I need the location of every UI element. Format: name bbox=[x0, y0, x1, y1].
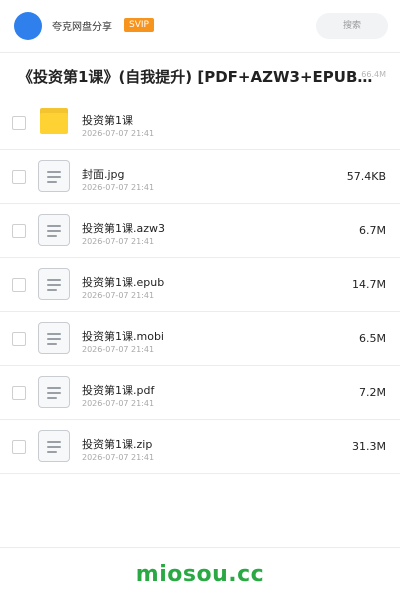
file-icon bbox=[38, 214, 70, 246]
file-icon bbox=[38, 322, 70, 354]
row-checkbox[interactable] bbox=[12, 116, 26, 130]
file-row[interactable]: 投资第1课.mobi 2026-07-07 21:41 6.5M bbox=[0, 312, 400, 366]
file-row[interactable]: 封面.jpg 2026-07-07 21:41 57.4KB bbox=[0, 150, 400, 204]
svip-badge: SVIP bbox=[124, 18, 154, 32]
file-date: 2026-07-07 21:41 bbox=[82, 291, 155, 300]
file-size: 57.4KB bbox=[346, 170, 386, 183]
search-button[interactable]: 搜索 bbox=[316, 13, 388, 39]
footer-divider bbox=[0, 547, 400, 548]
file-row[interactable]: 投资第1课.pdf 2026-07-07 21:41 7.2M bbox=[0, 366, 400, 420]
row-checkbox[interactable] bbox=[12, 278, 26, 292]
file-size: 6.5M bbox=[359, 332, 386, 345]
file-date: 2026-07-07 21:41 bbox=[82, 453, 155, 462]
row-checkbox[interactable] bbox=[12, 386, 26, 400]
file-size: 14.7M bbox=[352, 278, 386, 291]
file-row[interactable]: 投资第1课.zip 2026-07-07 21:41 31.3M bbox=[0, 420, 400, 474]
file-row[interactable]: 投资第1课 2026-07-07 21:41 bbox=[0, 96, 400, 150]
file-size: 7.2M bbox=[359, 386, 386, 399]
file-size: 31.3M bbox=[352, 440, 386, 453]
file-date: 2026-07-07 21:41 bbox=[82, 129, 155, 138]
file-name[interactable]: 封面.jpg bbox=[82, 166, 125, 182]
file-row[interactable]: 投资第1课.azw3 2026-07-07 21:41 6.7M bbox=[0, 204, 400, 258]
row-checkbox[interactable] bbox=[12, 440, 26, 454]
row-checkbox[interactable] bbox=[12, 170, 26, 184]
share-title: 《投资第1课》(自我提升) [PDF+AZW3+EPUB+MO… bbox=[18, 68, 376, 86]
file-icon bbox=[38, 268, 70, 300]
avatar[interactable] bbox=[14, 12, 42, 40]
file-date: 2026-07-07 21:41 bbox=[82, 237, 155, 246]
file-name[interactable]: 投资第1课.azw3 bbox=[82, 220, 165, 236]
folder-icon bbox=[40, 108, 68, 134]
file-name[interactable]: 投资第1课.zip bbox=[82, 436, 152, 452]
file-list: 投资第1课 2026-07-07 21:41 封面.jpg 2026-07-07… bbox=[0, 96, 400, 474]
file-name[interactable]: 投资第1课 bbox=[82, 112, 133, 128]
file-name[interactable]: 投资第1课.mobi bbox=[82, 328, 164, 344]
header-divider bbox=[0, 52, 400, 53]
share-title-row: 《投资第1课》(自我提升) [PDF+AZW3+EPUB+MO… 66.4M bbox=[0, 60, 400, 92]
file-icon bbox=[38, 160, 70, 192]
watermark: miosou.cc bbox=[135, 562, 265, 587]
file-date: 2026-07-07 21:41 bbox=[82, 183, 155, 192]
file-name[interactable]: 投资第1课.pdf bbox=[82, 382, 154, 398]
file-row[interactable]: 投资第1课.epub 2026-07-07 21:41 14.7M bbox=[0, 258, 400, 312]
row-checkbox[interactable] bbox=[12, 332, 26, 346]
file-date: 2026-07-07 21:41 bbox=[82, 345, 155, 354]
file-icon bbox=[38, 430, 70, 462]
share-total-size: 66.4M bbox=[361, 70, 386, 79]
file-date: 2026-07-07 21:41 bbox=[82, 399, 155, 408]
file-icon bbox=[38, 376, 70, 408]
top-bar: 夸克网盘分享 SVIP 搜索 bbox=[0, 0, 400, 52]
file-size: 6.7M bbox=[359, 224, 386, 237]
app-name: 夸克网盘分享 bbox=[52, 22, 112, 33]
file-name[interactable]: 投资第1课.epub bbox=[82, 274, 164, 290]
row-checkbox[interactable] bbox=[12, 224, 26, 238]
